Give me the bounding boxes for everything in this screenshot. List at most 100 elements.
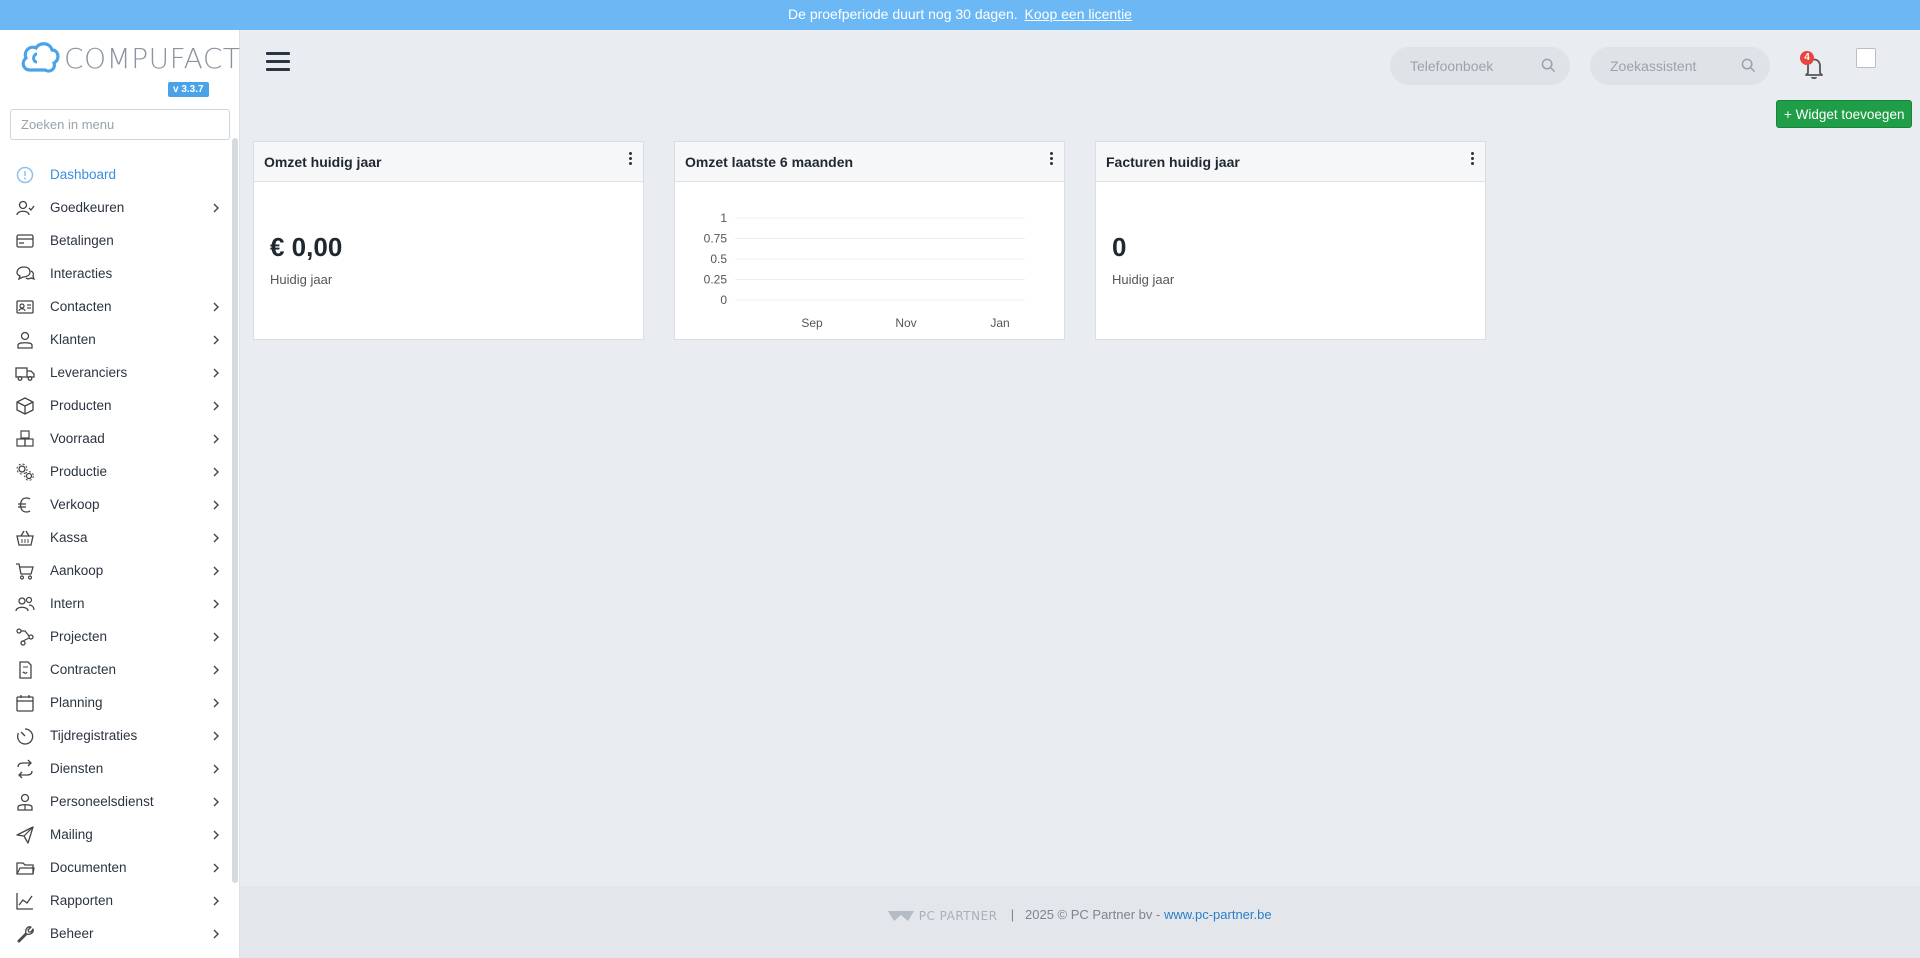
- sidebar-item-kassa[interactable]: Kassa: [0, 521, 232, 554]
- sidebar-item-intern[interactable]: Intern: [0, 587, 232, 620]
- sidebar-item-label: Betalingen: [50, 233, 114, 248]
- x-tick-label: Sep: [801, 316, 823, 330]
- user-check-icon: [15, 198, 35, 218]
- sidebar-item-rapporten[interactable]: Rapporten: [0, 884, 232, 917]
- sidebar-item-productie[interactable]: Productie: [0, 455, 232, 488]
- contact-card-icon: [15, 297, 35, 317]
- sidebar-item-label: Diensten: [50, 761, 104, 776]
- phonebook-search[interactable]: [1390, 47, 1570, 85]
- sidebar-scrollbar[interactable]: [232, 138, 238, 883]
- sidebar-item-producten[interactable]: Producten: [0, 389, 232, 422]
- add-widget-button[interactable]: + Widget toevoegen: [1776, 100, 1913, 128]
- sidebar-item-voorraad[interactable]: Voorraad: [0, 422, 232, 455]
- boxes-icon: [15, 429, 35, 449]
- widget-revenue-current-year: Omzet huidig jaar € 0,00 Huidig jaar: [253, 141, 644, 340]
- dashboard-icon: [15, 165, 35, 185]
- sidebar-item-dashboard[interactable]: Dashboard: [0, 158, 232, 191]
- revenue-line-chart: 1 0.75 0.5 0.25 0 Sep Nov Jan: [704, 211, 1025, 330]
- notification-badge: 4: [1800, 51, 1814, 65]
- gears-icon: [15, 462, 35, 482]
- y-tick-label: 0.5: [710, 252, 727, 266]
- basket-icon: [15, 528, 35, 548]
- chevron-right-icon: [210, 531, 222, 543]
- widget-title: Facturen huidig jaar: [1106, 153, 1240, 170]
- kebab-menu-icon[interactable]: [627, 152, 633, 170]
- project-tree-icon: [15, 627, 35, 647]
- y-tick-label: 0.25: [704, 273, 728, 287]
- widget-header: Omzet huidig jaar: [254, 142, 643, 182]
- search-icon[interactable]: [1541, 58, 1556, 73]
- sidebar-item-label: Goedkeuren: [50, 200, 125, 215]
- sidebar-menu: Dashboard Goedkeuren Betalingen Interacties…: [0, 158, 232, 950]
- sidebar-item-betalingen[interactable]: Betalingen: [0, 224, 232, 257]
- chevron-right-icon: [210, 894, 222, 906]
- widget-value: € 0,00: [270, 232, 343, 262]
- app-logo[interactable]: COMPUFACT: [20, 38, 240, 78]
- chevron-right-icon: [210, 828, 222, 840]
- hamburger-menu-icon[interactable]: [266, 52, 290, 72]
- website-link[interactable]: www.pc-partner.be: [1164, 907, 1272, 922]
- buy-license-link[interactable]: Koop een licentie: [1025, 6, 1132, 22]
- box-icon: [15, 396, 35, 416]
- chevron-right-icon: [210, 201, 222, 213]
- sidebar-item-label: Dashboard: [50, 167, 117, 182]
- x-tick-label: Nov: [895, 316, 916, 330]
- sidebar-item-label: Contacten: [50, 299, 112, 314]
- sidebar-item-diensten[interactable]: Diensten: [0, 752, 232, 785]
- footer: PC PARTNER | 2025 © PC Partner bv - www.…: [240, 886, 1920, 958]
- chevron-right-icon: [210, 399, 222, 411]
- avatar[interactable]: [1856, 48, 1876, 68]
- menu-search-input[interactable]: [10, 109, 230, 140]
- chevron-right-icon: [210, 597, 222, 609]
- widget-invoices-current-year: Facturen huidig jaar 0 Huidig jaar: [1095, 141, 1486, 340]
- sidebar-item-contracten[interactable]: Contracten: [0, 653, 232, 686]
- widget-subtitle: Huidig jaar: [270, 272, 333, 287]
- chevron-right-icon: [210, 432, 222, 444]
- pc-partner-logo: PC PARTNER: [888, 887, 997, 945]
- sidebar-item-aankoop[interactable]: Aankoop: [0, 554, 232, 587]
- sidebar-item-planning[interactable]: Planning: [0, 686, 232, 719]
- assistant-search[interactable]: [1590, 47, 1770, 85]
- sidebar-item-label: Personeelsdienst: [50, 794, 154, 809]
- chevron-right-icon: [210, 927, 222, 939]
- y-tick-label: 1: [720, 211, 727, 225]
- kebab-menu-icon[interactable]: [1469, 152, 1475, 170]
- sidebar-item-label: Planning: [50, 695, 103, 710]
- cart-icon: [15, 561, 35, 581]
- chevron-right-icon: [210, 795, 222, 807]
- sidebar-item-personeelsdienst[interactable]: Personeelsdienst: [0, 785, 232, 818]
- widget-title: Omzet huidig jaar: [264, 153, 382, 170]
- sidebar-item-leveranciers[interactable]: Leveranciers: [0, 356, 232, 389]
- calendar-icon: [15, 693, 35, 713]
- paper-plane-icon: [15, 825, 35, 845]
- sidebar-item-verkoop[interactable]: Verkoop: [0, 488, 232, 521]
- footer-separator: |: [1007, 907, 1022, 922]
- person-badge-icon: [15, 792, 35, 812]
- sidebar-item-label: Leveranciers: [50, 365, 128, 380]
- sidebar-item-label: Projecten: [50, 629, 108, 644]
- top-header: 4: [240, 30, 1920, 100]
- euro-icon: [15, 495, 35, 515]
- y-tick-label: 0: [720, 293, 727, 307]
- phonebook-input[interactable]: [1410, 58, 1530, 74]
- sidebar-item-goedkeuren[interactable]: Goedkeuren: [0, 191, 232, 224]
- sidebar-item-beheer[interactable]: Beheer: [0, 917, 232, 950]
- sidebar-item-projecten[interactable]: Projecten: [0, 620, 232, 653]
- kebab-menu-icon[interactable]: [1048, 152, 1054, 170]
- chevron-right-icon: [210, 762, 222, 774]
- sidebar-item-mailing[interactable]: Mailing: [0, 818, 232, 851]
- sidebar-item-contacten[interactable]: Contacten: [0, 290, 232, 323]
- sidebar-item-documenten[interactable]: Documenten: [0, 851, 232, 884]
- assistant-input[interactable]: [1610, 58, 1730, 74]
- sidebar-item-label: Rapporten: [50, 893, 114, 908]
- sidebar-item-tijdregistraties[interactable]: Tijdregistraties: [0, 719, 232, 752]
- sidebar-item-label: Tijdregistraties: [50, 728, 138, 743]
- search-icon[interactable]: [1741, 58, 1756, 73]
- chevron-right-icon: [210, 498, 222, 510]
- y-tick-label: 0.75: [704, 232, 728, 246]
- sidebar-item-interacties[interactable]: Interacties: [0, 257, 232, 290]
- sidebar-item-label: Klanten: [50, 332, 96, 347]
- stopwatch-icon: [15, 726, 35, 746]
- sidebar-item-klanten[interactable]: Klanten: [0, 323, 232, 356]
- sidebar-item-label: Documenten: [50, 860, 127, 875]
